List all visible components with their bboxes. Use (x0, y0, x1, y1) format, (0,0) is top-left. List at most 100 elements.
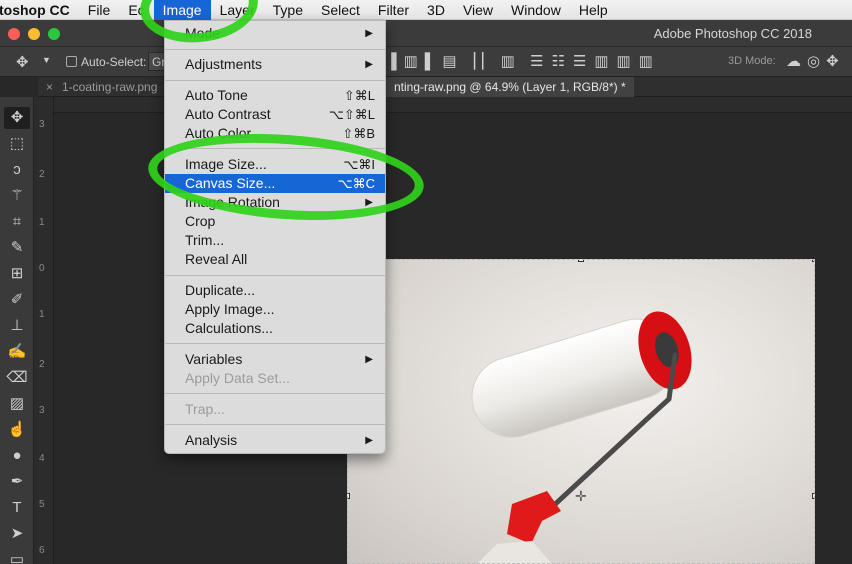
ruler-label: 5 (39, 499, 45, 510)
app-menu[interactable]: toshop CC (0, 2, 79, 18)
transform-handle[interactable] (578, 259, 584, 262)
type-tool-icon[interactable]: T (4, 497, 30, 519)
dodge-tool-icon[interactable]: ● (4, 445, 30, 467)
shape-tool-icon[interactable]: ▭ (4, 549, 30, 564)
menu-item-label: Analysis (185, 432, 238, 448)
menu-item-trim[interactable]: Trim... (165, 231, 385, 250)
submenu-arrow-icon: ▶ (365, 28, 373, 39)
ruler-label: 2 (39, 169, 45, 180)
menu-item-label: Auto Contrast (185, 106, 271, 122)
move-tool-icon[interactable]: ✥ (16, 53, 29, 71)
3d-orbit-icons[interactable]: ☁◎✥ (786, 52, 845, 70)
menu-item-label: Apply Image... (185, 301, 275, 317)
menu-item-variables[interactable]: Variables ▶ (165, 350, 385, 369)
smudge-tool-icon[interactable]: ☝ (4, 419, 30, 441)
image-menu-dropdown: Mode ▶ Adjustments ▶ Auto Tone ⇧⌘L Auto Con… (164, 20, 386, 454)
zoom-window-button[interactable] (48, 28, 60, 40)
menu-3d[interactable]: 3D (418, 0, 454, 20)
auto-select-label: Auto-Select: (81, 55, 147, 69)
eraser-tool-icon[interactable]: ⌫ (4, 367, 30, 389)
align-icons[interactable]: ▐▥▌▤▕▏▥ (386, 52, 522, 70)
menu-separator (165, 275, 385, 276)
submenu-arrow-icon: ▶ (365, 435, 373, 446)
menu-item-auto-tone[interactable]: Auto Tone ⇧⌘L (165, 86, 385, 105)
menu-separator (165, 80, 385, 81)
menu-item-label: Crop (185, 213, 216, 229)
menu-view[interactable]: View (454, 0, 502, 20)
minimize-window-button[interactable] (28, 28, 40, 40)
gradient-tool-icon[interactable]: ▨ (4, 393, 30, 415)
tools-panel: ✥ ⬚ ↄ ⚚ ⌗ ✎ ⊞ ✐ ⊥ ✍ ⌫ ▨ ☝ ● ✒ T ➤ ▭ (0, 97, 34, 564)
menu-file[interactable]: File (79, 0, 120, 20)
menu-item-apply-data-set: Apply Data Set... (165, 369, 385, 388)
pen-tool-icon[interactable]: ✒ (4, 471, 30, 493)
menu-item-label: Duplicate... (185, 282, 256, 298)
menu-item-label: Calculations... (185, 320, 273, 336)
paint-roller-image (471, 311, 692, 564)
options-bar: ✥ ▼ Auto-Select: Gr ▐▥▌▤▕▏▥ ☰☷☰▥▥▥ 3D Mo… (0, 47, 852, 77)
shortcut-label: ⇧⌘L (343, 88, 375, 103)
submenu-arrow-icon: ▶ (365, 59, 373, 70)
menu-select[interactable]: Select (312, 0, 369, 20)
menu-type[interactable]: Type (264, 0, 312, 20)
menu-separator (165, 393, 385, 394)
eyedropper-tool-icon[interactable]: ✎ (4, 237, 30, 259)
ruler-label: 6 (39, 545, 45, 556)
menu-item-reveal-all[interactable]: Reveal All (165, 250, 385, 269)
tab-document-2[interactable]: nting-raw.png @ 64.9% (Layer 1, RGB/8*) … (386, 77, 634, 97)
move-tool-icon[interactable]: ✥ (4, 107, 30, 129)
ruler-label: 3 (39, 119, 45, 130)
ruler-label: 4 (39, 453, 45, 464)
menu-filter[interactable]: Filter (369, 0, 418, 20)
transform-handle[interactable] (812, 259, 815, 262)
vertical-ruler: 3 2 1 0 1 2 3 4 5 6 (34, 97, 54, 564)
menu-item-calculations[interactable]: Calculations... (165, 319, 385, 338)
stamp-tool-icon[interactable]: ⊥ (4, 315, 30, 337)
menu-separator (165, 49, 385, 50)
document-tabs: × 1-coating-raw.png nting-raw.png @ 64.9… (38, 77, 852, 97)
auto-select-checkbox[interactable] (66, 56, 77, 67)
mac-menubar: toshop CC File Ec Image Layer Type Selec… (0, 0, 852, 20)
brush-tool-icon[interactable]: ✐ (4, 289, 30, 311)
ruler-label: 1 (39, 217, 45, 228)
menu-item-trap: Trap... (165, 400, 385, 419)
magic-wand-tool-icon[interactable]: ⚚ (4, 185, 30, 207)
window-titlebar: Adobe Photoshop CC 2018 (0, 20, 852, 47)
menu-item-label: Trap... (185, 401, 225, 417)
menu-help[interactable]: Help (570, 0, 617, 20)
healing-brush-tool-icon[interactable]: ⊞ (4, 263, 30, 285)
menu-separator (165, 343, 385, 344)
shortcut-label: ⇧⌘B (342, 126, 375, 141)
menu-separator (165, 424, 385, 425)
paint-roller-photo[interactable]: ✛ (347, 259, 815, 564)
submenu-arrow-icon: ▶ (365, 354, 373, 365)
menu-item-adjustments[interactable]: Adjustments ▶ (165, 55, 385, 74)
ruler-label: 1 (39, 309, 45, 320)
transform-handle[interactable] (812, 493, 815, 499)
chevron-down-icon[interactable]: ▼ (42, 55, 51, 65)
menu-window[interactable]: Window (502, 0, 570, 20)
window-title: Adobe Photoshop CC 2018 (653, 26, 812, 41)
menu-item-label: Auto Tone (185, 87, 248, 103)
close-window-button[interactable] (8, 28, 20, 40)
transform-handle[interactable] (347, 493, 350, 499)
menu-item-label: Trim... (185, 232, 225, 248)
shortcut-label: ⌥⇧⌘L (328, 107, 375, 122)
distribute-icons[interactable]: ☰☷☰▥▥▥ (530, 52, 661, 70)
menu-item-label: Reveal All (185, 251, 248, 267)
marquee-tool-icon[interactable]: ⬚ (4, 133, 30, 155)
tab-document-1[interactable]: 1-coating-raw.png (54, 77, 165, 97)
menu-item-label: Apply Data Set... (185, 370, 291, 386)
history-brush-tool-icon[interactable]: ✍ (4, 341, 30, 363)
ruler-label: 3 (39, 405, 45, 416)
menu-item-label: Variables (185, 351, 243, 367)
menu-item-apply-image[interactable]: Apply Image... (165, 300, 385, 319)
crop-tool-icon[interactable]: ⌗ (4, 211, 30, 233)
menu-item-auto-contrast[interactable]: Auto Contrast ⌥⇧⌘L (165, 105, 385, 124)
menu-item-label: Adjustments (185, 56, 263, 72)
path-selection-tool-icon[interactable]: ➤ (4, 523, 30, 545)
ruler-label: 2 (39, 359, 45, 370)
lasso-tool-icon[interactable]: ↄ (4, 159, 30, 181)
menu-item-duplicate[interactable]: Duplicate... (165, 281, 385, 300)
menu-item-analysis[interactable]: Analysis ▶ (165, 431, 385, 450)
